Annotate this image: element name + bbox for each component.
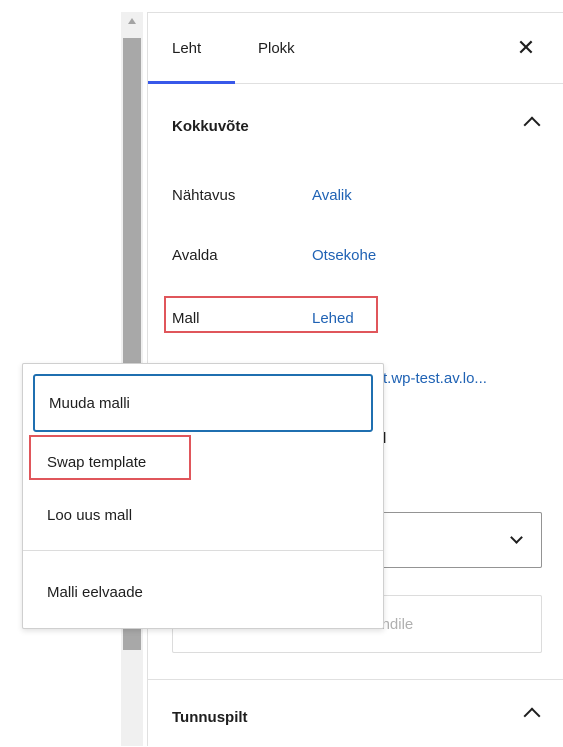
tab-block-label: Plokk <box>258 39 295 57</box>
template-row-highlight <box>164 296 378 333</box>
template-preview-label: Malli eelvaade <box>47 583 143 601</box>
chevron-up-icon[interactable] <box>523 707 541 725</box>
new-template-menu-item[interactable]: Loo uus mall <box>33 490 373 540</box>
new-template-label: Loo uus mall <box>47 506 133 524</box>
publish-label: Avalda <box>172 246 218 264</box>
visibility-value-link[interactable]: Avalik <box>312 187 352 204</box>
publish-value-link[interactable]: Otsekohe <box>312 247 376 264</box>
edit-template-menu-item[interactable]: Muuda malli <box>33 374 373 432</box>
visibility-label: Nähtavus <box>172 186 236 204</box>
url-row: t.wp-test.av.lo... <box>383 363 553 393</box>
tab-block[interactable]: Plokk <box>258 13 295 83</box>
tab-page[interactable]: Leht <box>172 13 201 83</box>
menu-divider <box>23 550 383 551</box>
close-icon[interactable]: ✕ <box>514 35 538 60</box>
summary-panel-header[interactable]: Kokkuvõte <box>148 96 563 156</box>
edit-template-label: Muuda malli <box>49 394 130 412</box>
scroll-up-arrow-icon[interactable] <box>121 12 143 34</box>
swap-template-highlight <box>29 435 191 480</box>
template-dropdown-menu: Muuda malli Swap template Loo uus mall M… <box>22 363 384 629</box>
url-link[interactable]: t.wp-test.av.lo... <box>383 370 487 387</box>
publish-row: Avalda Otsekohe <box>172 240 542 270</box>
sidebar-tabs: Leht Plokk ✕ <box>148 13 563 84</box>
visibility-row: Nähtavus Avalik <box>172 180 542 210</box>
summary-title: Kokkuvõte <box>172 117 249 135</box>
template-preview-menu-item[interactable]: Malli eelvaade <box>33 567 373 617</box>
chevron-up-icon[interactable] <box>523 116 541 134</box>
featured-image-title: Tunnuspilt <box>172 708 248 726</box>
tab-page-label: Leht <box>172 39 202 57</box>
featured-image-panel-header[interactable]: Tunnuspilt <box>148 687 563 747</box>
chevron-down-icon <box>510 531 523 544</box>
section-divider <box>148 679 563 680</box>
partial-text-row: l <box>383 423 413 453</box>
active-tab-indicator <box>148 81 235 84</box>
